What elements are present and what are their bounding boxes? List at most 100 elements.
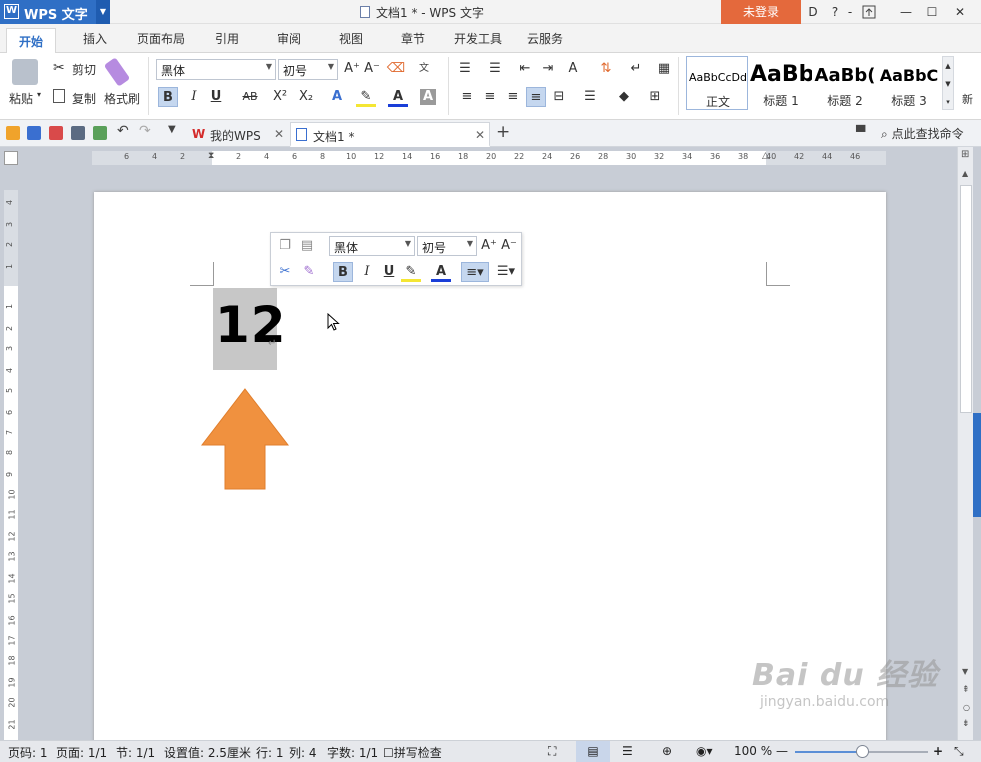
copy-button[interactable]: 复制 [72, 90, 96, 107]
change-case-icon[interactable]: A [563, 59, 583, 79]
select-browse-icon[interactable]: ○ [963, 703, 970, 712]
save-icon[interactable] [27, 126, 41, 140]
zoom-out-icon[interactable]: — [776, 744, 788, 758]
mini-font-select[interactable]: 黑体 ▼ [329, 236, 415, 256]
tab-insert[interactable]: 插入 [83, 30, 107, 47]
maximize-icon[interactable]: ☐ [919, 0, 945, 24]
right-indent-marker-icon[interactable]: △ [762, 151, 769, 161]
table-icon[interactable]: ▦ [654, 59, 674, 79]
styles-scroll[interactable]: ▲ ▼ ▾ [942, 56, 954, 110]
scroll-thumb[interactable] [960, 185, 972, 413]
open-folder-icon[interactable] [6, 126, 20, 140]
tab-chapter[interactable]: 章节 [401, 30, 425, 47]
bullets-icon[interactable]: ☰ [455, 59, 475, 79]
export-pdf-icon[interactable] [49, 126, 63, 140]
phonetic-guide-icon[interactable]: 文 [414, 59, 434, 79]
fit-window-icon[interactable]: ⤡ [954, 744, 964, 759]
close-icon[interactable]: ✕ [947, 0, 973, 24]
scissors-icon[interactable]: ✂ [53, 60, 65, 76]
fullscreen-view-icon[interactable]: ⛶ [548, 744, 556, 759]
sort-icon[interactable]: ⇅ [596, 59, 616, 79]
highlight-icon[interactable]: ✎ [356, 87, 376, 107]
command-search[interactable]: ⌕ 点此查找命令 [881, 125, 964, 142]
print-preview-icon[interactable] [93, 126, 107, 140]
next-page-icon[interactable]: ⇟ [962, 719, 970, 729]
paste-button[interactable]: 粘贴 [9, 90, 33, 107]
customize-dropdown-icon[interactable]: ▼ [168, 124, 182, 138]
grow-font-icon[interactable]: A⁺ [479, 236, 499, 256]
superscript-button[interactable]: X² [270, 87, 290, 107]
format-painter-icon[interactable] [103, 57, 131, 87]
minimize-icon[interactable]: — [893, 0, 919, 24]
cut-button[interactable]: 剪切 [72, 61, 96, 78]
tab-developer[interactable]: 开发工具 [454, 30, 502, 47]
collapse-ribbon-icon[interactable]: ▀ [856, 125, 870, 139]
login-button[interactable]: 未登录 [721, 0, 801, 24]
paste-icon[interactable]: ▤ [297, 236, 317, 256]
line-spacing-icon[interactable]: ☰ [580, 87, 600, 107]
web-view-icon[interactable]: ⊕ [662, 744, 672, 758]
tab-references[interactable]: 引用 [215, 30, 239, 47]
copy-icon[interactable] [53, 89, 65, 103]
vertical-ruler[interactable]: 4 3 2 1 1 2 3 4 5 6 7 8 9 10 11 12 13 14… [4, 190, 18, 740]
shrink-font-icon[interactable]: A⁻ [499, 236, 519, 256]
shading-icon[interactable]: ◆ [614, 87, 634, 107]
text-effect-icon[interactable]: A [327, 87, 347, 107]
mini-italic-button[interactable]: I [357, 262, 377, 282]
line-spacing-icon[interactable]: ☰▾ [493, 262, 519, 282]
zoom-slider-handle[interactable] [855, 745, 869, 758]
subscript-button[interactable]: X₂ [296, 87, 316, 107]
shrink-font-icon[interactable]: A⁻ [362, 59, 382, 79]
close-tab-icon[interactable]: ✕ [274, 127, 284, 141]
tab-document[interactable]: 文档1 * ✕ [290, 122, 490, 147]
chevron-down-icon[interactable]: ▼ [96, 0, 110, 24]
style-heading-3[interactable]: AaBbC 标题 3 [878, 56, 940, 110]
style-heading-2[interactable]: AaBb( 标题 2 [814, 56, 876, 110]
mini-bold-button[interactable]: B [333, 262, 353, 282]
eye-protect-icon[interactable]: ◉▾ [696, 744, 713, 758]
horizontal-ruler[interactable]: 6 4 2 2 4 6 8 10 12 14 16 18 20 22 24 26… [92, 151, 886, 165]
tab-view[interactable]: 视图 [339, 30, 363, 47]
format-painter-button[interactable]: 格式刷 [104, 90, 140, 107]
outline-view-icon[interactable]: ☰ [622, 744, 633, 758]
show-marks-icon[interactable]: ↵ [626, 59, 646, 79]
indent-icon[interactable]: ⇥ [538, 59, 558, 79]
tab-review[interactable]: 审阅 [277, 30, 301, 47]
tab-cloud[interactable]: 云服务 [527, 30, 563, 47]
app-menu-button[interactable]: W WPS 文字 ▼ [0, 0, 110, 24]
page-view-icon[interactable]: ▤ [576, 741, 610, 762]
strikethrough-button[interactable]: AB [238, 87, 262, 107]
pin-icon[interactable] [856, 0, 882, 24]
bold-button[interactable]: B [158, 87, 178, 107]
align-right-icon[interactable]: ≡ [503, 87, 523, 107]
zoom-level[interactable]: 100 % [734, 744, 772, 758]
format-painter-icon[interactable]: ✎ [299, 262, 319, 282]
paste-dropdown-icon[interactable]: ▾ [37, 90, 41, 99]
prev-page-icon[interactable]: ⇞ [962, 685, 970, 695]
spell-check-toggle[interactable]: ☐拼写检查 [383, 744, 442, 761]
indent-marker-icon[interactable]: ⧗ [208, 151, 214, 161]
vertical-scrollbar[interactable]: ⊞ ▲ ▼ ⇞ ○ ⇟ [957, 147, 973, 740]
tab-my-wps[interactable]: W 我的WPS ✕ [188, 122, 284, 147]
help-icon[interactable]: ? [826, 0, 844, 24]
copy-icon[interactable]: ❐ [275, 236, 295, 256]
tab-page-layout[interactable]: 页面布局 [137, 30, 185, 47]
font-size-select[interactable]: 初号 ▼ [278, 59, 338, 80]
paste-icon[interactable] [12, 59, 38, 85]
new-tab-icon[interactable]: + [496, 122, 510, 142]
align-left-icon[interactable]: ≡ [457, 87, 477, 107]
highlight-icon[interactable]: ✎ [401, 262, 421, 282]
justify-icon[interactable]: ≡ [526, 87, 546, 107]
style-heading-1[interactable]: AaBb 标题 1 [750, 56, 812, 110]
zoom-icon[interactable]: ⊞ [961, 149, 969, 160]
close-tab-icon[interactable]: ✕ [475, 128, 485, 142]
side-panel-toggle[interactable] [973, 413, 981, 517]
scroll-up-icon[interactable]: ▲ [962, 169, 968, 178]
undo-icon[interactable]: ↶ [117, 123, 131, 139]
tab-home[interactable]: 开始 [6, 28, 57, 53]
print-icon[interactable] [71, 126, 85, 140]
outdent-icon[interactable]: ⇤ [515, 59, 535, 79]
new-style-button[interactable]: 新 [962, 91, 973, 107]
char-shading-icon[interactable]: A [420, 89, 436, 105]
scissors-icon[interactable]: ✂ [275, 262, 295, 282]
